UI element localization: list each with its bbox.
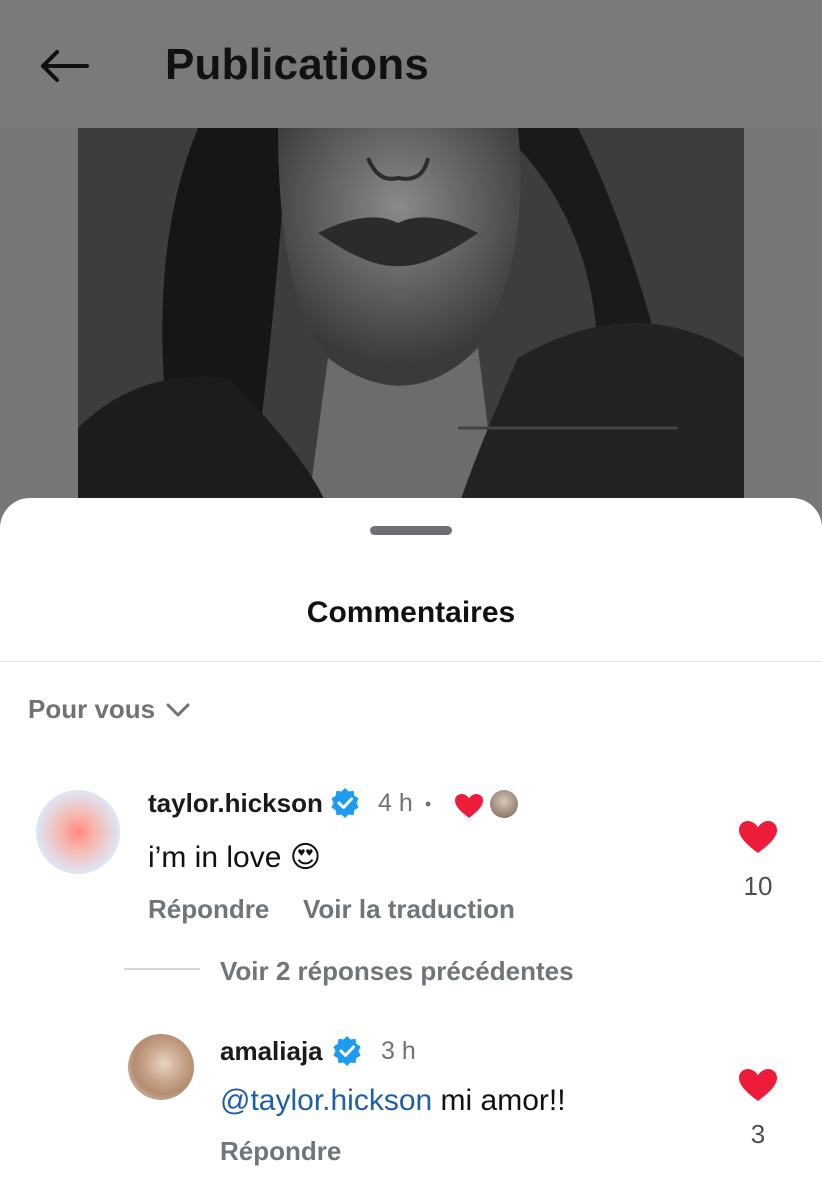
separator-dot: • bbox=[425, 794, 432, 814]
reply-username[interactable]: amaliaja bbox=[220, 1036, 323, 1067]
like-heart-icon[interactable] bbox=[738, 820, 778, 854]
like-heart-icon[interactable] bbox=[738, 1068, 778, 1102]
heart-eyes-emoji: 😍 bbox=[289, 840, 321, 875]
arrow-left-icon bbox=[41, 50, 89, 82]
verified-badge-icon bbox=[331, 788, 359, 818]
top-bar: Publications bbox=[0, 0, 822, 128]
sort-label: Pour vous bbox=[28, 694, 156, 724]
like-count: 3 bbox=[750, 1119, 766, 1149]
avatar[interactable] bbox=[36, 790, 120, 874]
chevron-down-icon bbox=[166, 703, 190, 716]
translate-button[interactable]: Voir la traduction bbox=[303, 894, 515, 925]
mention-link[interactable]: @taylor.hickson bbox=[220, 1084, 432, 1117]
back-button[interactable] bbox=[30, 38, 96, 94]
page-title: Publications bbox=[165, 40, 429, 89]
verified-badge-icon bbox=[333, 1036, 361, 1066]
like-count: 10 bbox=[743, 871, 773, 901]
comment-text: i’m in love 😍 bbox=[148, 840, 321, 875]
reply-text-body: mi amor!! bbox=[432, 1084, 566, 1117]
replies-line bbox=[124, 968, 200, 970]
comment-time: 4 h bbox=[378, 789, 413, 817]
post-image[interactable] bbox=[78, 128, 744, 508]
comment-username[interactable]: taylor.hickson bbox=[148, 788, 323, 819]
avatar[interactable] bbox=[128, 1034, 194, 1100]
reply-time: 3 h bbox=[381, 1037, 416, 1065]
reply-button[interactable]: Répondre bbox=[220, 1136, 341, 1167]
comment-text-body: i’m in love bbox=[148, 841, 282, 874]
comments-title: Commentaires bbox=[306, 596, 516, 629]
author-liked-heart-icon bbox=[455, 794, 483, 818]
sort-dropdown[interactable]: Pour vous bbox=[28, 694, 191, 725]
divider bbox=[0, 661, 822, 662]
view-replies-link[interactable]: Voir 2 réponses précédentes bbox=[220, 956, 574, 987]
reply-text: @taylor.hickson mi amor!! bbox=[220, 1084, 566, 1118]
author-avatar-small bbox=[490, 790, 518, 818]
comments-sheet: Commentaires Pour vous taylor.hickson 4 … bbox=[0, 498, 822, 1200]
reply-button[interactable]: Répondre bbox=[148, 894, 269, 925]
drag-handle[interactable] bbox=[370, 526, 452, 535]
